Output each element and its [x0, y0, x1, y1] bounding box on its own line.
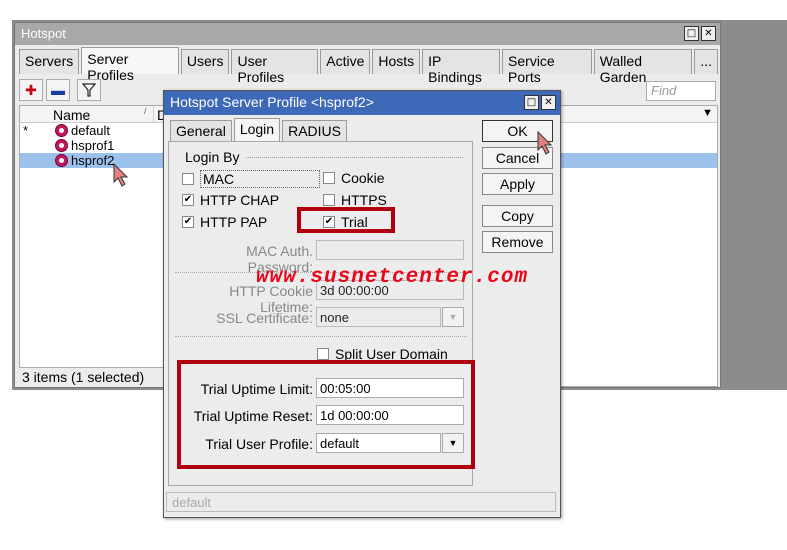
- mac-label: MAC: [200, 170, 320, 188]
- watermark-text: www.susnetcenter.com: [256, 266, 529, 289]
- maximize-icon[interactable]: □: [684, 26, 699, 41]
- tab-user-profiles[interactable]: User Profiles: [231, 49, 319, 85]
- row-name: default: [71, 123, 111, 138]
- tab-more[interactable]: ...: [694, 49, 719, 74]
- profile-icon: [55, 139, 68, 152]
- checkbox-box: [323, 172, 335, 184]
- default-flag: *: [23, 123, 29, 138]
- dialog-title: Hotspot Server Profile <hsprof2>: [170, 94, 374, 110]
- mac-checkbox[interactable]: MAC: [182, 170, 320, 188]
- profile-icon: [55, 154, 68, 167]
- checkbox-box: ✔: [182, 194, 194, 206]
- plus-icon[interactable]: ✚: [19, 79, 43, 101]
- column-name-header[interactable]: Name: [53, 107, 90, 123]
- https-label: HTTPS: [341, 192, 387, 208]
- mac-auth-password-field[interactable]: [316, 240, 464, 260]
- minus-icon[interactable]: ▬: [46, 79, 70, 101]
- dialog-titlebar[interactable]: Hotspot Server Profile <hsprof2> □ ✕: [164, 91, 560, 115]
- dialog-tabs: General Login RADIUS: [170, 118, 349, 142]
- ssl-certificate-label: SSL Certificate:: [216, 310, 313, 326]
- column-menu-icon[interactable]: ▼: [702, 107, 713, 119]
- tab-users[interactable]: Users: [180, 49, 230, 74]
- tab-server-profiles[interactable]: Server Profiles: [81, 47, 179, 83]
- row-name: hsprof1: [71, 138, 115, 153]
- mouse-cursor-icon: [537, 131, 553, 155]
- tab-active[interactable]: Active: [320, 49, 371, 74]
- checkbox-box: [182, 173, 194, 185]
- maximize-icon[interactable]: □: [524, 95, 539, 110]
- close-icon[interactable]: ✕: [541, 95, 556, 110]
- tab-walled-garden[interactable]: Walled Garden: [593, 49, 693, 85]
- copy-button[interactable]: Copy: [482, 205, 553, 227]
- http-pap-label: HTTP PAP: [200, 214, 268, 230]
- cookie-label: Cookie: [341, 170, 385, 186]
- trial-highlight-box: [297, 207, 395, 233]
- mouse-cursor-icon: [113, 163, 129, 187]
- tab-service-ports[interactable]: Service Ports: [502, 49, 592, 85]
- row-name: hsprof2: [71, 153, 115, 168]
- trial-settings-highlight-box: [177, 360, 475, 469]
- sort-icon: /: [144, 106, 147, 116]
- http-chap-checkbox[interactable]: ✔ HTTP CHAP: [182, 192, 279, 208]
- tab-ip-bindings[interactable]: IP Bindings: [422, 49, 501, 85]
- login-by-label: Login By: [185, 149, 240, 165]
- dialog-status: default: [166, 492, 556, 512]
- checkbox-box: [323, 194, 335, 206]
- hotspot-tabs: Servers Server Profiles Users User Profi…: [19, 47, 720, 85]
- filter-icon[interactable]: [77, 79, 101, 101]
- hotspot-titlebar[interactable]: Hotspot □ ✕: [15, 23, 720, 45]
- divider: [175, 336, 467, 337]
- http-chap-label: HTTP CHAP: [200, 192, 280, 208]
- tab-general[interactable]: General: [170, 120, 232, 142]
- tab-hosts[interactable]: Hosts: [372, 49, 421, 74]
- find-input[interactable]: Find: [646, 81, 716, 101]
- http-pap-checkbox[interactable]: ✔ HTTP PAP: [182, 214, 267, 230]
- divider: [246, 157, 463, 158]
- checkbox-box: [317, 348, 329, 360]
- tab-servers[interactable]: Servers: [19, 49, 80, 74]
- https-checkbox[interactable]: HTTPS: [323, 192, 387, 208]
- apply-button[interactable]: Apply: [482, 173, 553, 195]
- profile-icon: [55, 124, 68, 137]
- checkbox-box: ✔: [182, 216, 194, 228]
- remove-button[interactable]: Remove: [482, 231, 553, 253]
- window-title: Hotspot: [21, 26, 66, 41]
- tab-radius[interactable]: RADIUS: [282, 120, 347, 142]
- dropdown-arrow-icon[interactable]: ▼: [442, 307, 464, 327]
- ssl-certificate-select[interactable]: none: [316, 307, 441, 327]
- close-icon[interactable]: ✕: [701, 26, 716, 41]
- tab-login[interactable]: Login: [233, 118, 281, 142]
- cookie-checkbox[interactable]: Cookie: [323, 170, 385, 186]
